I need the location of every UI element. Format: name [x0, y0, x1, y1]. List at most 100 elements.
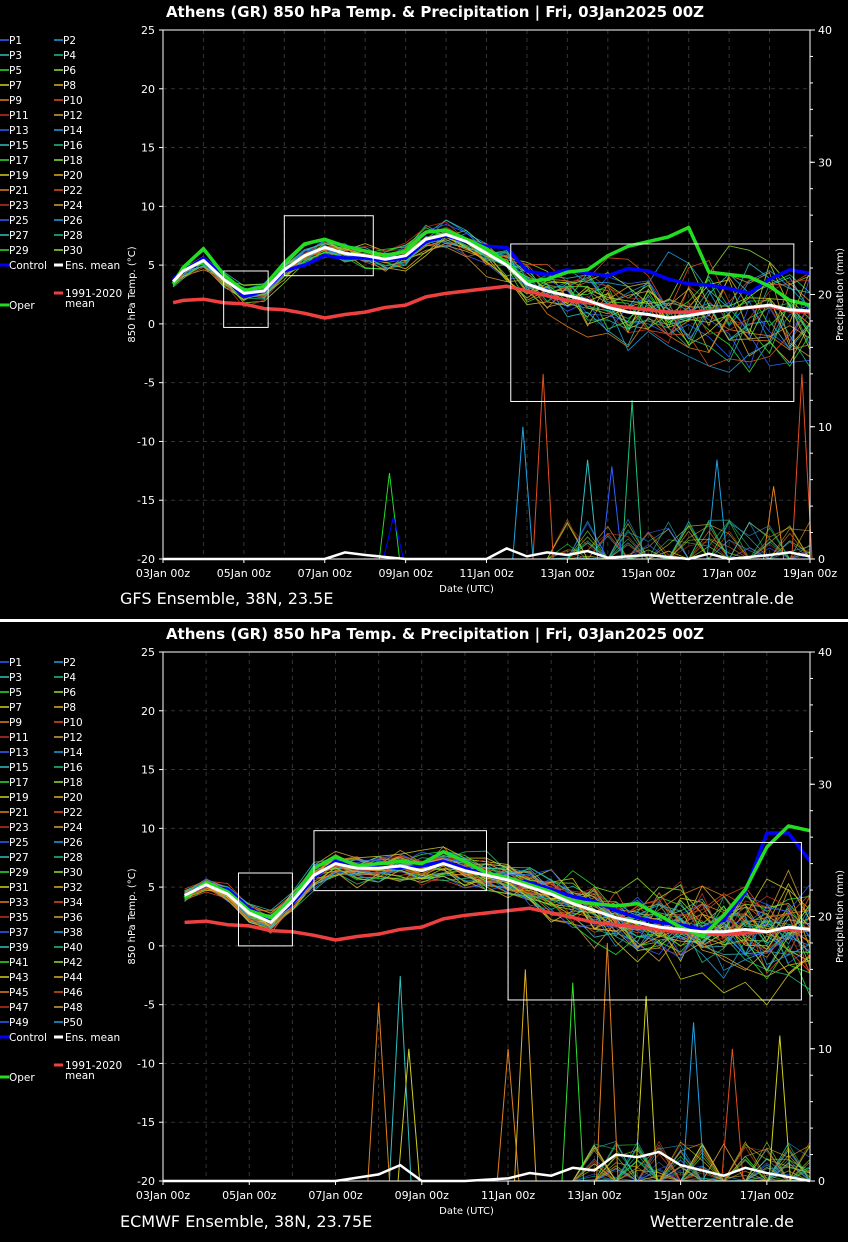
legend-label: P13 [9, 125, 29, 137]
legend-label: P14 [63, 747, 83, 759]
legend-label: P10 [63, 95, 83, 107]
precip-peak [378, 472, 401, 560]
model-label: GFS Ensemble, 38N, 23.5E [120, 589, 334, 608]
x-tick-label: 13Jan 00z [540, 567, 594, 580]
legend-label: P38 [63, 927, 83, 939]
gfs-panel: Athens (GR) 850 hPa Temp. & Precipitatio… [0, 0, 848, 619]
legend-label: P29 [9, 245, 29, 257]
legend-label: P16 [63, 762, 83, 774]
x-tick-label: 13Jan 00z [567, 1189, 621, 1202]
legend-label: P4 [63, 50, 76, 62]
legend-label: P43 [9, 972, 29, 984]
legend-label: P40 [63, 942, 83, 954]
legend-label: P15 [9, 762, 29, 774]
gfs-chart-svg: Athens (GR) 850 hPa Temp. & Precipitatio… [0, 3, 846, 595]
legend-label: P29 [9, 867, 29, 879]
legend-label: P28 [63, 230, 83, 242]
legend-label: P19 [9, 170, 29, 182]
legend-label: P7 [9, 702, 22, 714]
legend-label: P18 [63, 777, 83, 789]
precip-peak [561, 982, 585, 1182]
legend-label: P20 [63, 170, 83, 182]
x-tick-label: 09Jan 00z [379, 567, 433, 580]
legend-label: P46 [63, 987, 83, 999]
ecmwf-chart-svg: Athens (GR) 850 hPa Temp. & Precipitatio… [0, 625, 846, 1217]
legend-label: P30 [63, 245, 83, 257]
x-tick-label: 05Jan 00z [217, 567, 271, 580]
legend-label: P31 [9, 882, 29, 894]
legend-label: P35 [9, 912, 29, 924]
legend-label: P13 [9, 747, 29, 759]
legend-label: P20 [63, 792, 83, 804]
y-tick-label: -5 [144, 377, 155, 390]
legend-label: P3 [9, 672, 22, 684]
legend-label: P14 [63, 125, 83, 137]
legend-label: P7 [9, 80, 22, 92]
precip-peak [514, 969, 537, 1182]
legend-label: P26 [63, 837, 83, 849]
legend-label: P25 [9, 215, 29, 227]
x-tick-label: 05Jan 00z [222, 1189, 276, 1202]
legend-label: P32 [63, 882, 83, 894]
legend-label: P21 [9, 185, 29, 197]
y-tick-label: 15 [141, 142, 155, 155]
legend-label: mean [65, 1070, 95, 1082]
y2-axis-label: Precipitation (mm) [835, 870, 846, 963]
ecmwf-panel: Athens (GR) 850 hPa Temp. & Precipitatio… [0, 622, 848, 1241]
legend-label: P45 [9, 987, 29, 999]
legend-label: P16 [63, 140, 83, 152]
site-label: Wetterzentrale.de [649, 589, 794, 608]
y-tick-label: -10 [137, 1057, 155, 1070]
y2-tick-label: 40 [818, 24, 832, 37]
legend-label: P26 [63, 215, 83, 227]
y-axis-label: 850 hPa Temp. (°C) [127, 246, 138, 342]
y2-tick-label: 30 [818, 778, 832, 791]
x-tick-label: 07Jan 00z [298, 567, 352, 580]
x-tick-label: 15Jan 00z [653, 1189, 707, 1202]
legend-label: P24 [63, 200, 83, 212]
y2-tick-label: 0 [818, 553, 825, 566]
legend-label: Control [9, 1032, 47, 1044]
legend-label: Ens. mean [65, 260, 120, 272]
legend-label: P19 [9, 792, 29, 804]
y2-tick-label: 10 [818, 421, 832, 434]
member-precip-line [163, 1142, 811, 1182]
legend-label: P17 [9, 155, 29, 167]
y2-tick-label: 20 [818, 911, 832, 924]
legend-label: P49 [9, 1017, 29, 1029]
precip-peak [721, 1048, 744, 1182]
legend-label: Oper [9, 300, 35, 312]
member-precip-line [163, 1140, 811, 1182]
legend-label: P5 [9, 687, 22, 699]
y2-tick-label: 0 [818, 1175, 825, 1188]
y-tick-label: 20 [141, 83, 155, 96]
y2-tick-label: 40 [818, 646, 832, 659]
x-tick-label: 03Jan 00z [136, 567, 190, 580]
chart-title: Athens (GR) 850 hPa Temp. & Precipitatio… [166, 625, 704, 644]
legend-label: P9 [9, 95, 22, 107]
legend-label: P6 [63, 687, 76, 699]
y2-tick-label: 30 [818, 156, 832, 169]
x-tick-label: 11Jan 00z [459, 567, 513, 580]
model-label: ECMWF Ensemble, 38N, 23.75E [120, 1212, 373, 1231]
legend-label: P4 [63, 672, 76, 684]
legend-label: P33 [9, 897, 29, 909]
member-line [172, 229, 811, 312]
y-tick-label: -20 [137, 553, 155, 566]
precip-peak [601, 466, 623, 560]
legend-label: P11 [9, 110, 29, 122]
legend-label: P41 [9, 957, 29, 969]
legend-label: Oper [9, 1072, 35, 1084]
legend-label: P10 [63, 717, 83, 729]
y-tick-label: 5 [148, 881, 155, 894]
precip-peak [512, 426, 534, 560]
legend-label: P47 [9, 1002, 29, 1014]
x-tick-label: 17Jan 00z [740, 1189, 794, 1202]
y-tick-label: -15 [137, 494, 155, 507]
y2-tick-label: 10 [818, 1043, 832, 1056]
x-axis-label: Date (UTC) [439, 1206, 494, 1217]
legend-label: P12 [63, 110, 83, 122]
legend-label: P17 [9, 777, 29, 789]
legend-label: P18 [63, 155, 83, 167]
legend-label: P42 [63, 957, 83, 969]
